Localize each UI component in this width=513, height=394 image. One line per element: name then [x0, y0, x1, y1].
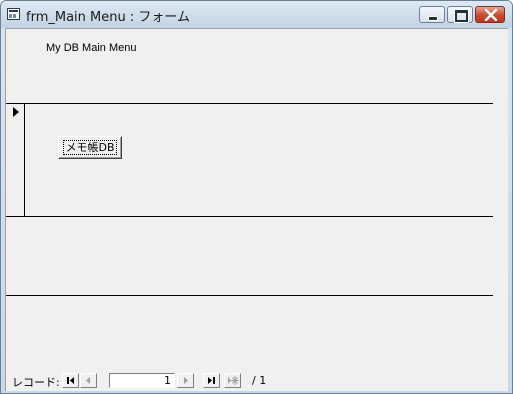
first-record-button[interactable]	[62, 373, 79, 388]
memo-db-button[interactable]: メモ帳DB	[58, 136, 122, 159]
previous-record-button[interactable]	[80, 373, 97, 388]
previous-record-icon	[86, 377, 90, 384]
record-navigation-bar: レコード: 1 / 1	[6, 370, 509, 390]
memo-db-button-label: メモ帳DB	[63, 140, 117, 155]
last-record-icon	[208, 377, 215, 384]
window-title: frm_Main Menu : フォーム	[26, 10, 190, 25]
title-bar[interactable]: frm_Main Menu : フォーム	[1, 1, 512, 28]
record-total: / 1	[252, 374, 267, 387]
next-record-button[interactable]	[177, 373, 194, 388]
new-record-button[interactable]	[224, 373, 241, 388]
last-record-button[interactable]	[203, 373, 220, 388]
record-pointer-icon[interactable]	[13, 107, 19, 117]
first-record-icon	[67, 377, 74, 384]
form-icon[interactable]	[7, 8, 20, 20]
header-divider	[6, 103, 493, 104]
close-button[interactable]	[475, 6, 505, 23]
record-selector-divider	[24, 103, 25, 216]
new-record-icon	[228, 376, 239, 385]
form-window: frm_Main Menu : フォーム My DB Main Menu メモ帳…	[0, 0, 513, 394]
maximize-button[interactable]	[447, 6, 473, 23]
current-record-field[interactable]: 1	[109, 373, 175, 388]
next-record-icon	[184, 377, 188, 384]
form-header-title: My DB Main Menu	[46, 42, 137, 54]
form-client-area: My DB Main Menu メモ帳DB レコード: 1 / 1	[5, 28, 508, 391]
close-icon	[484, 9, 498, 21]
detail-divider	[6, 216, 493, 217]
record-caption: レコード:	[12, 376, 60, 389]
minimize-button[interactable]	[419, 6, 445, 23]
footer-divider	[6, 295, 493, 296]
